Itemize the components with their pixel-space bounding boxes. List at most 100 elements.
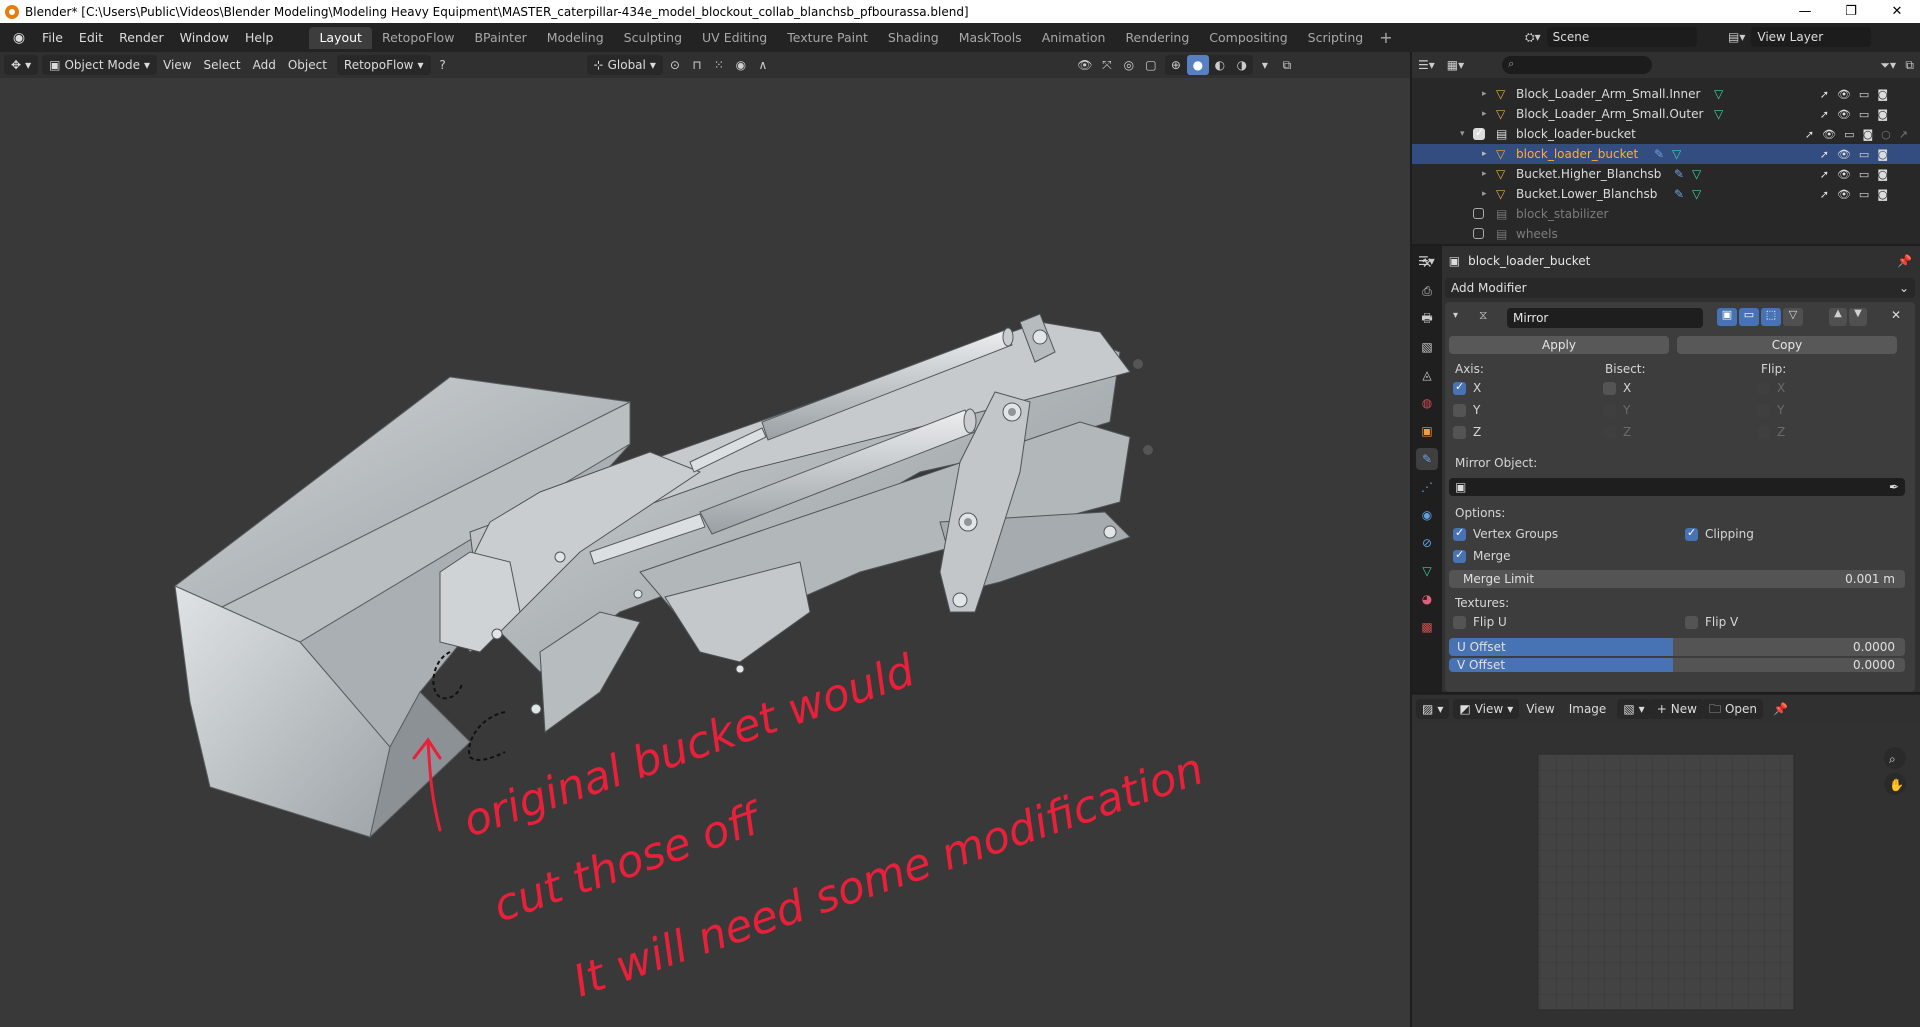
visibility-icon[interactable]: 👁 — [1075, 55, 1095, 75]
expand-arrow-icon[interactable]: ▸ — [1482, 189, 1487, 199]
select-toggle-icon[interactable]: ➚ — [1820, 88, 1829, 101]
outliner-row[interactable]: ▤ wheels — [1412, 224, 1920, 244]
outliner-row[interactable]: ▸ ▽ Block_Loader_Arm_Small.Inner ▽ ➚ 👁 ▭ ◙ — [1412, 84, 1920, 104]
scene-name-field[interactable]: Scene — [1546, 27, 1697, 47]
world-tab-icon[interactable]: ◍ — [1416, 392, 1438, 414]
viewport-menu-add[interactable]: Add — [247, 55, 282, 75]
collection-checkbox[interactable] — [1473, 208, 1484, 219]
3d-viewport[interactable]: original bucket would cut those off It w… — [0, 52, 1410, 1027]
menu-window[interactable]: Window — [172, 27, 237, 49]
tab-scripting[interactable]: Scripting — [1298, 27, 1374, 49]
outliner-row[interactable]: ▸ ▽ Bucket.Higher_Blanchsb ✎ ▽ ➚ 👁 ▭ ◙ — [1412, 164, 1920, 184]
snap-grid-icon[interactable]: ⁙ — [709, 55, 729, 75]
close-window-button[interactable]: ✕ — [1874, 0, 1920, 23]
eye-icon[interactable]: 👁 — [1837, 108, 1851, 121]
axis-y-checkbox[interactable] — [1453, 404, 1466, 417]
flip-z-checkbox[interactable] — [1757, 426, 1770, 439]
tab-shading[interactable]: Shading — [878, 27, 949, 49]
collapse-arrow-icon[interactable]: ▾ — [1460, 129, 1465, 139]
outliner-editor-icon[interactable]: ☰▾ — [1418, 58, 1435, 72]
scene-tab-icon[interactable]: ◬ — [1416, 364, 1438, 386]
proportional-edit-icon[interactable]: ◉ — [731, 55, 751, 75]
u-offset-slider[interactable]: U Offset 0.0000 — [1449, 638, 1905, 656]
particles-tab-icon[interactable]: ⋰ — [1416, 476, 1438, 498]
bisect-z-checkbox[interactable] — [1603, 426, 1616, 439]
camera-icon[interactable]: ◙ — [1877, 168, 1888, 181]
tab-retopoflow[interactable]: RetopoFlow — [372, 27, 464, 49]
gizmo-icon[interactable]: ⤧ — [1097, 55, 1117, 75]
editor-options-icon[interactable]: ⧉ — [1277, 55, 1297, 75]
remove-modifier-icon[interactable]: ✕ — [1891, 308, 1901, 322]
copy-button[interactable]: Copy — [1677, 336, 1897, 354]
viewport-scene[interactable]: original bucket would cut those off It w… — [0, 52, 1410, 1027]
axis-x-checkbox[interactable] — [1453, 380, 1466, 395]
select-toggle-icon[interactable]: ➚ — [1805, 128, 1814, 141]
clipping-checkbox[interactable] — [1685, 526, 1698, 541]
eye-icon[interactable]: 👁 — [1837, 88, 1851, 101]
camera-icon[interactable]: ◙ — [1877, 148, 1888, 161]
maximize-button[interactable]: ❐ — [1828, 0, 1874, 23]
outliner[interactable]: ☰▾ ▦▾ ⌕ ⏷▾ ⧉ ▸ ▽ Block_Loader_Arm_Small.… — [1412, 52, 1920, 244]
outliner-search-input[interactable]: ⌕ — [1502, 56, 1653, 74]
scene-icon[interactable]: ⛭▾ — [1525, 30, 1541, 45]
outliner-row[interactable]: ▾ ▤ block_loader-bucket ➚ 👁 ▭ ◙ ○ ↗ — [1412, 124, 1920, 144]
eye-icon[interactable]: 👁 — [1837, 168, 1851, 181]
tab-layout[interactable]: Layout — [309, 26, 372, 49]
camera-icon[interactable]: ◙ — [1877, 88, 1888, 101]
modifier-tab-icon[interactable]: ✎ — [1416, 448, 1438, 470]
menu-render[interactable]: Render — [111, 27, 172, 49]
axis-z-checkbox[interactable] — [1453, 426, 1466, 439]
solid-shading-icon[interactable]: ● — [1186, 55, 1209, 75]
zoom-icon[interactable]: ⌕ — [1884, 747, 1906, 769]
expand-arrow-icon[interactable]: ▸ — [1482, 109, 1487, 119]
snap-icon[interactable]: ⊓ — [687, 55, 707, 75]
transform-orientation-dropdown[interactable]: ⊹ Global ▾ — [586, 55, 663, 75]
editmode-toggle-icon[interactable]: ⬚ — [1761, 308, 1781, 326]
holdout-icon[interactable]: ○ — [1881, 128, 1891, 141]
expand-arrow-icon[interactable]: ▸ — [1482, 169, 1487, 179]
camera-icon[interactable]: ◙ — [1877, 108, 1888, 121]
outliner-row[interactable]: ▸ ▽ Bucket.Lower_Blanchsb ✎ ▽ ➚ 👁 ▭ ◙ — [1412, 184, 1920, 204]
menu-edit[interactable]: Edit — [71, 27, 111, 49]
constraints-tab-icon[interactable]: ⊘ — [1416, 532, 1438, 554]
render-tab-icon[interactable]: ⎙ — [1416, 280, 1438, 302]
object-tab-icon[interactable]: ▣ — [1416, 420, 1438, 442]
collection-checkbox[interactable] — [1473, 126, 1485, 140]
falloff-icon[interactable]: ∧ — [753, 55, 773, 75]
menu-help[interactable]: Help — [237, 27, 282, 49]
monitor-icon[interactable]: ▭ — [1859, 108, 1869, 121]
move-up-icon[interactable]: ▲ — [1829, 308, 1847, 326]
tab-sculpting[interactable]: Sculpting — [614, 27, 692, 49]
eyedropper-icon[interactable]: ✒ — [1889, 478, 1899, 496]
bisect-y-checkbox[interactable] — [1603, 404, 1616, 417]
tab-animation[interactable]: Animation — [1032, 27, 1116, 49]
modifier-name-field[interactable]: Mirror — [1507, 308, 1703, 328]
tab-rendering[interactable]: Rendering — [1115, 27, 1199, 49]
tab-bpainter[interactable]: BPainter — [464, 27, 536, 49]
flip-x-checkbox[interactable] — [1757, 382, 1770, 395]
pin-icon[interactable]: 📌 — [1773, 702, 1788, 716]
tab-uv-editing[interactable]: UV Editing — [692, 27, 777, 49]
new-collection-icon[interactable]: ⧉ — [1905, 58, 1914, 73]
pivot-icon[interactable]: ⊙ — [665, 55, 685, 75]
select-toggle-icon[interactable]: ➚ — [1820, 108, 1829, 121]
collapse-arrow-icon[interactable]: ▾ — [1453, 310, 1458, 321]
output-tab-icon[interactable]: 🖶 — [1416, 308, 1438, 330]
tab-modeling[interactable]: Modeling — [537, 27, 614, 49]
display-mode-icon[interactable]: ▦▾ — [1447, 58, 1464, 72]
properties-editor[interactable]: ⚒ ⎙ 🖶 ▧ ◬ ◍ ▣ ✎ ⋰ ◉ ⊘ ▽ ◕ ▩ ☰▾ ▣ block_l… — [1412, 246, 1920, 692]
wireframe-shading-icon[interactable]: ⊕ — [1165, 55, 1187, 75]
flip-u-checkbox[interactable] — [1453, 616, 1466, 629]
outliner-row-selected[interactable]: ▸ ▽ block_loader_bucket ✎ ▽ ➚ 👁 ▭ ◙ — [1412, 144, 1920, 164]
expand-arrow-icon[interactable]: ▸ — [1482, 89, 1487, 99]
apply-button[interactable]: Apply — [1449, 336, 1669, 354]
image-editor-type-button[interactable]: ▨ ▾ — [1416, 698, 1450, 719]
v-offset-slider[interactable]: V Offset 0.0000 — [1449, 658, 1905, 672]
monitor-icon[interactable]: ▭ — [1844, 128, 1854, 141]
camera-icon[interactable]: ◙ — [1877, 188, 1888, 201]
viewport-menu-object[interactable]: Object — [282, 55, 333, 75]
tab-compositing[interactable]: Compositing — [1199, 27, 1297, 49]
mirror-object-field[interactable]: ▣ ✒ — [1449, 478, 1905, 496]
select-toggle-icon[interactable]: ➚ — [1820, 148, 1829, 161]
eye-icon[interactable]: 👁 — [1822, 128, 1836, 141]
